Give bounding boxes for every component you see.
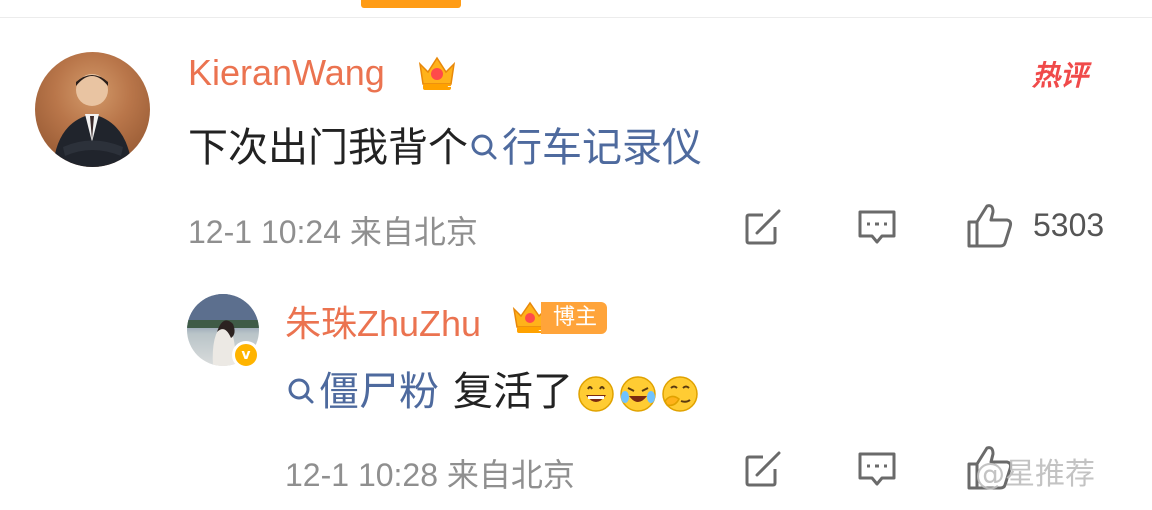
crown-badge-icon[interactable]: 7 [414,50,460,100]
comment-text: 下次出门我背个 行车记录仪 [188,115,702,173]
share-button[interactable] [742,206,784,252]
timestamp: 12-1 10:28 [285,457,439,493]
topic-link[interactable]: 僵尸粉 [285,369,439,415]
reply-text: 僵尸粉 复活了 [285,359,699,417]
hot-comment-label: 热评 [1032,59,1089,92]
share-button[interactable] [742,448,784,494]
location: 来自北京 [349,214,478,250]
like-count: 5303 [1033,207,1105,243]
topic-link[interactable]: 行车记录仪 [468,125,702,171]
crying-laughing-emoji-icon [619,375,657,413]
location: 来自北京 [446,457,575,493]
share-icon [745,451,781,487]
crown-level: 7 [447,84,454,96]
active-tab-indicator [361,0,461,8]
like-button[interactable] [965,200,1015,254]
reply-meta: 12-1 10:28 来自北京 [285,450,575,496]
comment-item: KieranWang 7 热评 下次出门我背个 行车记录仪 12-1 10:24 … [0,40,1152,270]
comment-meta: 12-1 10:24 来自北京 [188,207,478,253]
username[interactable]: KieranWang [188,52,385,94]
watermark: @星推荐 [975,457,1095,492]
comment-prefix: 下次出门我背个 [188,125,468,171]
laughing-emoji-icon [577,375,615,413]
search-icon [468,127,500,173]
avatar[interactable] [35,52,150,167]
search-icon [285,371,317,417]
verified-badge-icon: v [232,341,260,369]
topic-text: 行车记录仪 [502,125,702,171]
timestamp: 12-1 10:24 [188,214,342,250]
username[interactable]: 朱珠ZhuZhu [285,295,481,347]
comment-button[interactable] [856,448,898,494]
smirk-emoji-icon [661,375,699,413]
divider [0,17,1152,18]
host-badge: 博主 [541,302,608,334]
reply-item: v 朱珠ZhuZhu 7 博主 僵尸粉复活了 12-1 10:28 来自北京 [0,285,1152,510]
reply-suffix: 复活了 [453,369,573,415]
topic-text: 僵尸粉 [319,369,439,415]
thumbs-up-icon [967,204,1013,248]
comment-icon [858,210,896,244]
share-icon [745,209,781,245]
comment-button[interactable] [856,206,898,252]
comment-icon [858,452,896,486]
